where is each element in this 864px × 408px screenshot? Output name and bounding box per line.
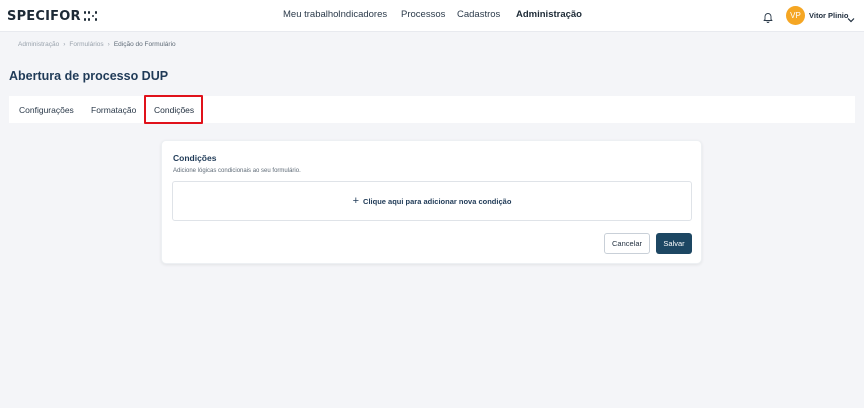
card-subtitle: Adicione lógicas condicionais ao seu for… [173, 168, 301, 174]
page-title: Abertura de processo DUP [9, 69, 169, 83]
breadcrumb-item-formularios[interactable]: Formulários [69, 41, 103, 48]
add-condition-label: Clique aqui para adicionar nova condição [363, 196, 512, 206]
chevron-down-icon[interactable] [847, 11, 855, 23]
add-condition-button[interactable]: + Clique aqui para adicionar nova condiç… [172, 181, 692, 221]
conditions-card: Condições Adicione lógicas condicionais … [161, 140, 702, 264]
main-nav: Meu trabalho Indicadores Processos Cadas… [0, 9, 864, 23]
form-tabs: Configurações Formatação Condições [9, 96, 855, 123]
breadcrumb-item-administracao[interactable]: Administração [18, 41, 59, 48]
breadcrumb-item-current: Edição do Formulário [113, 41, 176, 48]
breadcrumb-separator: › [107, 41, 110, 48]
avatar[interactable]: VP [786, 6, 805, 25]
breadcrumb: Administração › Formulários › Edição do … [18, 41, 176, 48]
tab-formatacao[interactable]: Formatação [91, 105, 136, 115]
breadcrumb-separator: › [63, 41, 66, 48]
bell-icon[interactable] [762, 10, 774, 23]
nav-item-processos[interactable]: Processos [401, 9, 445, 20]
top-bar: SPECIFOR Meu trabalho Indicadores Proces… [0, 0, 864, 32]
active-tab-highlight [144, 95, 203, 124]
nav-item-cadastros[interactable]: Cadastros [457, 9, 500, 20]
card-title: Condições [173, 153, 217, 163]
tab-configuracoes[interactable]: Configurações [19, 105, 74, 115]
save-button[interactable]: Salvar [656, 233, 692, 254]
user-name[interactable]: Vitor Plinio [809, 11, 848, 20]
nav-item-indicadores[interactable]: Indicadores [338, 9, 387, 20]
plus-icon: + [352, 195, 360, 207]
nav-item-meu-trabalho[interactable]: Meu trabalho [283, 9, 338, 20]
nav-item-administracao[interactable]: Administração [516, 9, 582, 20]
cancel-button[interactable]: Cancelar [604, 233, 650, 254]
